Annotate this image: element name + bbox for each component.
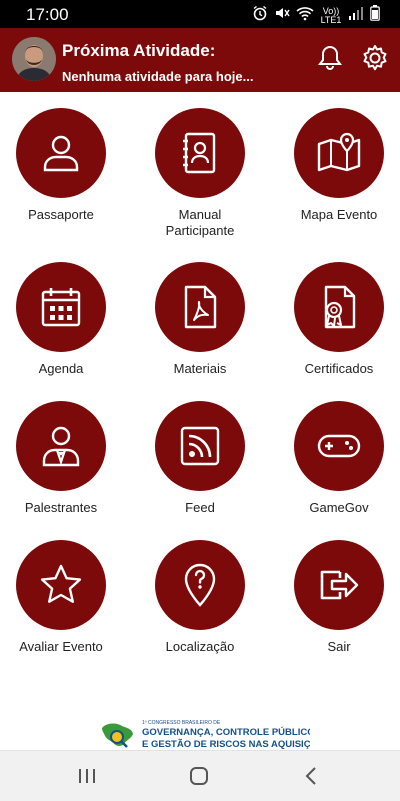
- status-time: 17:00: [26, 5, 69, 24]
- tile-label: Avaliar Evento: [19, 639, 103, 654]
- back-icon[interactable]: [300, 764, 324, 788]
- user-icon: [16, 108, 106, 198]
- recent-apps-icon[interactable]: [75, 764, 99, 788]
- tile-gamegov[interactable]: GameGov: [274, 401, 400, 516]
- gamepad-icon: [294, 401, 384, 491]
- avatar[interactable]: [12, 37, 56, 81]
- tile-agenda[interactable]: Agenda: [0, 262, 126, 377]
- app-header: Próxima Atividade: Nenhuma atividade par…: [0, 28, 400, 92]
- rss-icon: [155, 401, 245, 491]
- tile-label: Materiais: [173, 361, 227, 376]
- star-icon: [16, 540, 106, 630]
- location-icon: [155, 540, 245, 630]
- alarm-icon: [252, 5, 268, 26]
- brazil-map-logo-icon: [102, 723, 133, 748]
- footer-line1: GOVERNANÇA, CONTROLE PÚBLICO: [142, 727, 310, 738]
- tile-palestrantes[interactable]: Palestrantes: [0, 401, 126, 516]
- tile-avaliar-evento[interactable]: Avaliar Evento: [0, 540, 126, 655]
- status-bar: 17:00 Vo)) LTE1: [0, 0, 400, 28]
- tile-label: Mapa Evento: [300, 207, 378, 222]
- tile-passaporte[interactable]: Passaporte: [0, 108, 126, 223]
- system-nav-bar: [0, 750, 400, 801]
- tile-certificados[interactable]: Certificados: [274, 262, 400, 377]
- tile-manual-participante[interactable]: Manual Participante: [135, 108, 265, 239]
- tile-label: GameGov: [309, 500, 369, 515]
- congress-logo: 1º CONGRESSO BRASILEIRO DE GOVERNANÇA, C…: [100, 718, 310, 750]
- certificate-icon: [294, 262, 384, 352]
- tile-localizacao[interactable]: Localização: [135, 540, 265, 655]
- tile-sair[interactable]: Sair: [274, 540, 400, 655]
- calendar-icon: [16, 262, 106, 352]
- tile-label: Sair: [327, 639, 351, 654]
- settings-gear-icon[interactable]: [360, 43, 390, 73]
- mute-icon: [274, 5, 290, 26]
- tile-label: Certificados: [304, 361, 374, 376]
- contact-book-icon: [155, 108, 245, 198]
- logout-icon: [294, 540, 384, 630]
- signal-icon: [348, 6, 364, 25]
- tile-materiais[interactable]: Materiais: [135, 262, 265, 377]
- tile-label: Manual Participante: [165, 207, 235, 238]
- next-activity-title: Próxima Atividade:: [62, 41, 216, 60]
- bell-icon[interactable]: [316, 44, 344, 72]
- map-icon: [294, 108, 384, 198]
- tile-label: Localização: [165, 639, 235, 654]
- tile-mapa-evento[interactable]: Mapa Evento: [274, 108, 400, 223]
- footer-line2: E GESTÃO DE RISCOS NAS AQUISIÇÕES: [142, 739, 310, 750]
- status-icons: Vo)) LTE1: [252, 5, 380, 26]
- next-activity-text: Nenhuma atividade para hoje...: [62, 69, 254, 84]
- home-icon[interactable]: [187, 764, 211, 788]
- battery-icon: [370, 5, 380, 26]
- footer-small-text: 1º CONGRESSO BRASILEIRO DE: [142, 720, 221, 726]
- speaker-icon: [16, 401, 106, 491]
- tile-label: Feed: [185, 500, 215, 515]
- tile-feed[interactable]: Feed: [135, 401, 265, 516]
- tile-label: Palestrantes: [24, 500, 98, 515]
- pdf-icon: [155, 262, 245, 352]
- tile-label: Passaporte: [28, 207, 94, 222]
- network-label: Vo)) LTE1: [320, 5, 342, 25]
- wifi-icon: [296, 5, 314, 26]
- tile-label: Agenda: [38, 361, 84, 376]
